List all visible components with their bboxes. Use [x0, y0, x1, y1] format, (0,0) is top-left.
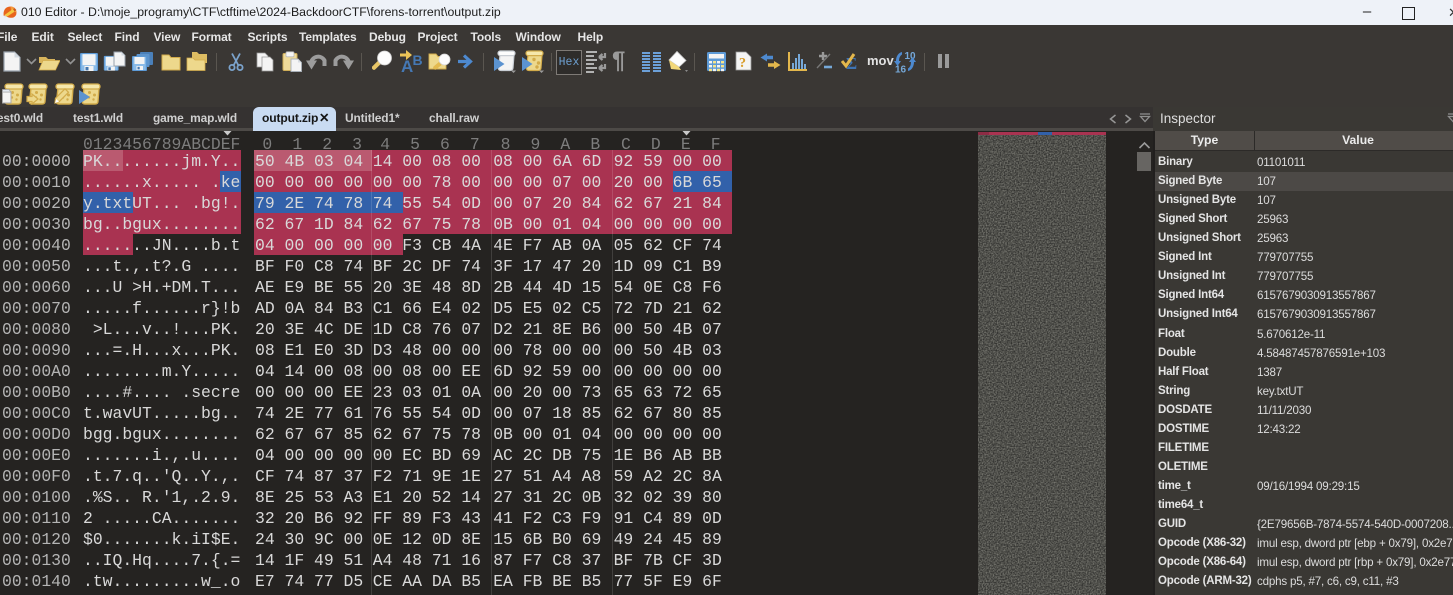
svg-text:A: A [401, 57, 413, 73]
svg-text:?: ? [739, 56, 746, 71]
svg-text:16: 16 [895, 65, 907, 74]
svg-text:B: B [413, 52, 423, 68]
